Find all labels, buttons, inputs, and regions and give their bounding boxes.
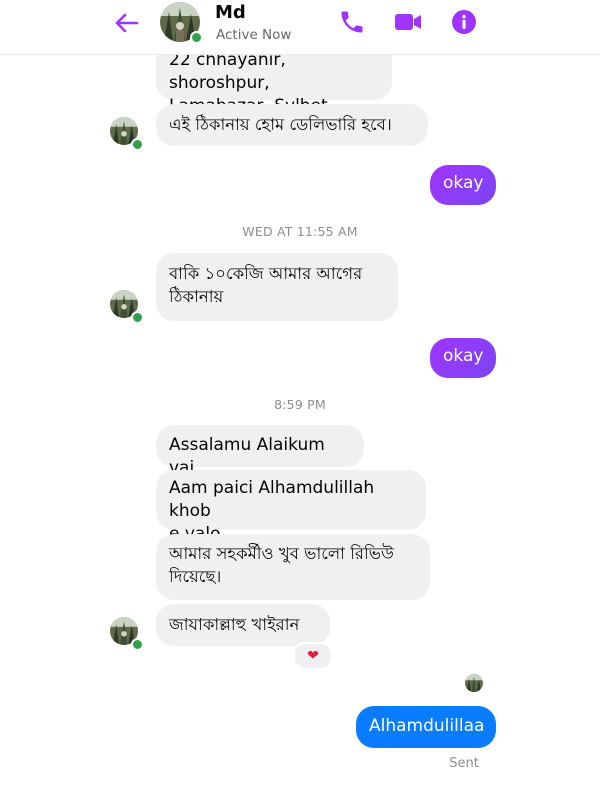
info-icon[interactable] bbox=[450, 8, 478, 36]
conversation-header: Md Active Now bbox=[0, 0, 600, 55]
incoming-message-bubble[interactable]: জাযাকাল্লাহু খাইরান bbox=[156, 604, 330, 646]
back-arrow-icon[interactable] bbox=[112, 8, 142, 38]
reaction-heart: ❤ bbox=[307, 648, 319, 664]
online-status-dot bbox=[190, 31, 203, 44]
video-camera-icon[interactable] bbox=[393, 8, 421, 36]
incoming-message-bubble[interactable]: Assalamu Alaikum vai bbox=[156, 425, 364, 478]
online-status-dot bbox=[131, 638, 144, 651]
sent-status: Sent bbox=[449, 756, 479, 771]
heart-icon[interactable]: ❤ bbox=[293, 642, 333, 670]
message-timestamp: WED AT 11:55 AM bbox=[242, 224, 358, 239]
online-status-dot bbox=[131, 138, 144, 151]
read-receipt-avatar bbox=[465, 674, 483, 692]
online-status-dot bbox=[131, 311, 144, 324]
incoming-message-bubble[interactable]: এই ঠিকানায় হোম ডেলিভারি হবে। bbox=[156, 104, 428, 146]
incoming-message-bubble[interactable]: বাকি ১০কেজি আমার আগের ঠিকানায় bbox=[156, 253, 398, 321]
phone-icon[interactable] bbox=[338, 8, 366, 36]
incoming-message-bubble[interactable]: আমার সহকর্মীও খুব ভালো রিভিউ দিয়েছে। bbox=[156, 534, 430, 600]
incoming-message-bubble[interactable]: Aam paici Alhamdulillah khob e valo bbox=[156, 470, 426, 544]
outgoing-message-bubble[interactable]: okay bbox=[430, 165, 496, 205]
contact-active-status: Active Now bbox=[216, 27, 292, 43]
message-timestamp: 8:59 PM bbox=[274, 397, 326, 412]
outgoing-message-bubble[interactable]: Alhamdulillaa bbox=[356, 706, 496, 748]
outgoing-message-bubble[interactable]: okay bbox=[430, 338, 496, 378]
contact-name[interactable]: Md bbox=[215, 2, 246, 23]
